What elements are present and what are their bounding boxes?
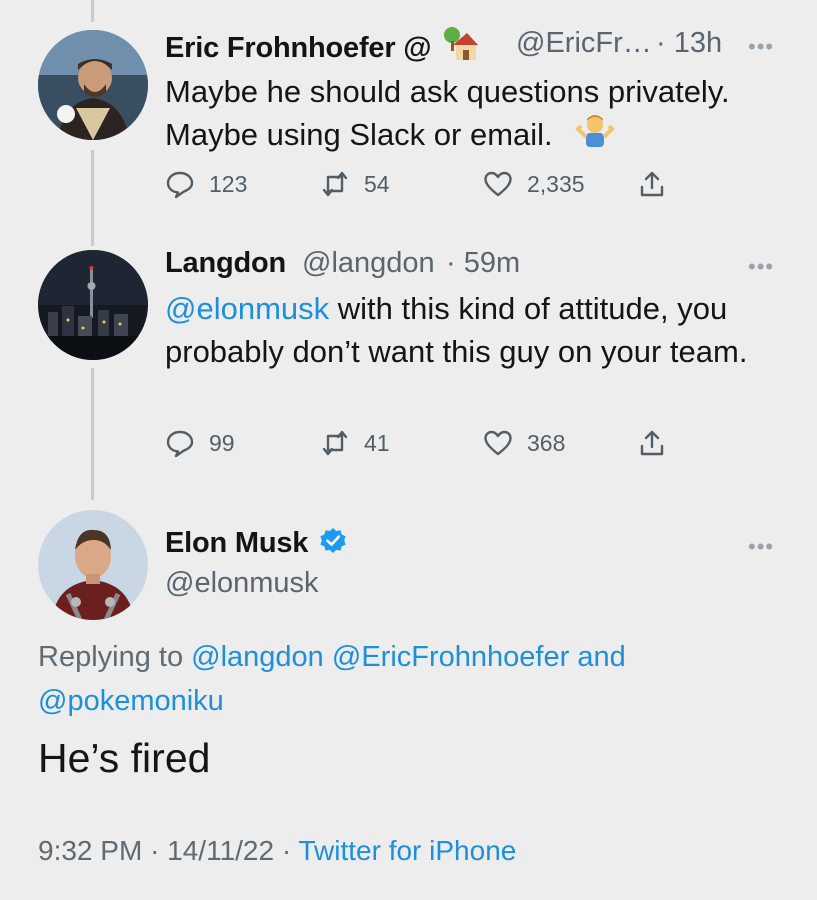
tweet-1-retweet-count: 54 bbox=[364, 170, 390, 197]
share-icon bbox=[640, 430, 664, 456]
tweet-1-more-icon[interactable]: ••• bbox=[748, 34, 774, 60]
main-tweet-display-name[interactable]: Elon Musk bbox=[165, 527, 347, 563]
replying-to-langdon[interactable]: @langdon bbox=[191, 641, 324, 673]
tweet-2-retweet-button[interactable]: 41 bbox=[320, 425, 390, 461]
thread-line-1 bbox=[91, 150, 94, 246]
tweet-2-actions: 99 41 368 bbox=[165, 425, 685, 461]
person-shrugging-emoji bbox=[575, 113, 616, 158]
main-tweet-text: He’s fired bbox=[38, 735, 211, 781]
house-with-tree-emoji bbox=[443, 27, 479, 69]
tweet-2-reply-count: 99 bbox=[209, 429, 235, 456]
tweet-1-reply-count: 123 bbox=[209, 170, 248, 197]
avatar-elon[interactable] bbox=[38, 510, 148, 620]
tweet-2-more-icon[interactable]: ••• bbox=[748, 254, 774, 280]
retweet-icon bbox=[322, 430, 348, 456]
tweet-2-mention[interactable]: @elonmusk bbox=[165, 291, 329, 326]
replying-to-pokemoniku[interactable]: @pokemoniku bbox=[38, 685, 224, 717]
main-tweet-source[interactable]: Twitter for iPhone bbox=[298, 835, 516, 866]
tweet-1-display-name[interactable]: Eric Frohnhoefer @ bbox=[165, 27, 479, 69]
main-tweet-more-icon[interactable]: ••• bbox=[748, 534, 774, 560]
tweet-1-display-name-text[interactable]: Eric Frohnhoefer @ bbox=[165, 32, 432, 64]
main-tweet-meta: 9:32 PM · 14/11/22 · Twitter for iPhone bbox=[38, 835, 516, 867]
tweet-1-handle[interactable]: @EricFr… bbox=[516, 27, 652, 60]
avatar-langdon[interactable] bbox=[38, 250, 148, 360]
replying-to-eric[interactable]: @EricFrohnhoefer bbox=[332, 641, 569, 673]
tweet-1-time[interactable]: · 13h bbox=[656, 27, 722, 60]
reply-icon bbox=[166, 430, 194, 458]
replying-to-line: Replying to @langdon @EricFrohnhoefer an… bbox=[38, 635, 778, 723]
tweet-2-handle[interactable]: @langdon bbox=[302, 247, 435, 280]
share-icon bbox=[640, 171, 664, 197]
tweet-1-text-line-1: Maybe he should ask questions privately. bbox=[165, 74, 730, 109]
tweet-1-text-line-2-wrap: Maybe using Slack or email. bbox=[165, 113, 785, 158]
tweet-1-like-button[interactable]: 2,335 bbox=[483, 166, 585, 202]
thread-line-2 bbox=[91, 368, 94, 500]
tweet-2-share-button[interactable] bbox=[637, 425, 667, 461]
replying-to-and[interactable]: and bbox=[577, 641, 625, 673]
tweet-2-text: @elonmusk with this kind of attitude, yo… bbox=[165, 287, 785, 373]
verified-badge-icon bbox=[319, 527, 347, 563]
main-tweet-handle[interactable]: @elonmusk bbox=[165, 567, 319, 600]
main-tweet-display-name-text[interactable]: Elon Musk bbox=[165, 527, 308, 559]
tweet-1-share-button[interactable] bbox=[637, 166, 667, 202]
tweet-2-retweet-count: 41 bbox=[364, 429, 390, 456]
tweet-1-text: Maybe he should ask questions privately.… bbox=[165, 70, 785, 158]
replying-to-prefix: Replying to bbox=[38, 641, 184, 673]
main-tweet-time[interactable]: 9:32 PM bbox=[38, 835, 142, 866]
tweet-2-reply-button[interactable]: 99 bbox=[165, 425, 235, 461]
reply-icon bbox=[166, 171, 194, 199]
avatar-langdon-image bbox=[38, 250, 148, 360]
tweet-2-like-button[interactable]: 368 bbox=[483, 425, 565, 461]
avatar-eric[interactable] bbox=[38, 30, 148, 140]
avatar-eric-image bbox=[38, 30, 148, 140]
avatar-elon-image bbox=[38, 510, 148, 620]
tweet-2-display-name[interactable]: Langdon bbox=[165, 247, 286, 280]
thread-line-top bbox=[91, 0, 94, 22]
tweet-2-time[interactable]: · 59m bbox=[446, 247, 520, 280]
tweet-1-retweet-button[interactable]: 54 bbox=[320, 166, 390, 202]
heart-icon bbox=[484, 430, 512, 456]
tweet-1-reply-button[interactable]: 123 bbox=[165, 166, 247, 202]
main-tweet-date[interactable]: · 14/11/22 · bbox=[150, 835, 291, 866]
tweet-1-text-line-2: Maybe using Slack or email. bbox=[165, 117, 553, 152]
tweet-2-like-count: 368 bbox=[527, 429, 566, 456]
heart-icon bbox=[484, 171, 512, 197]
tweet-1-actions: 123 54 2,335 bbox=[165, 166, 685, 202]
tweet-1-like-count: 2,335 bbox=[527, 170, 585, 197]
retweet-icon bbox=[322, 171, 348, 197]
